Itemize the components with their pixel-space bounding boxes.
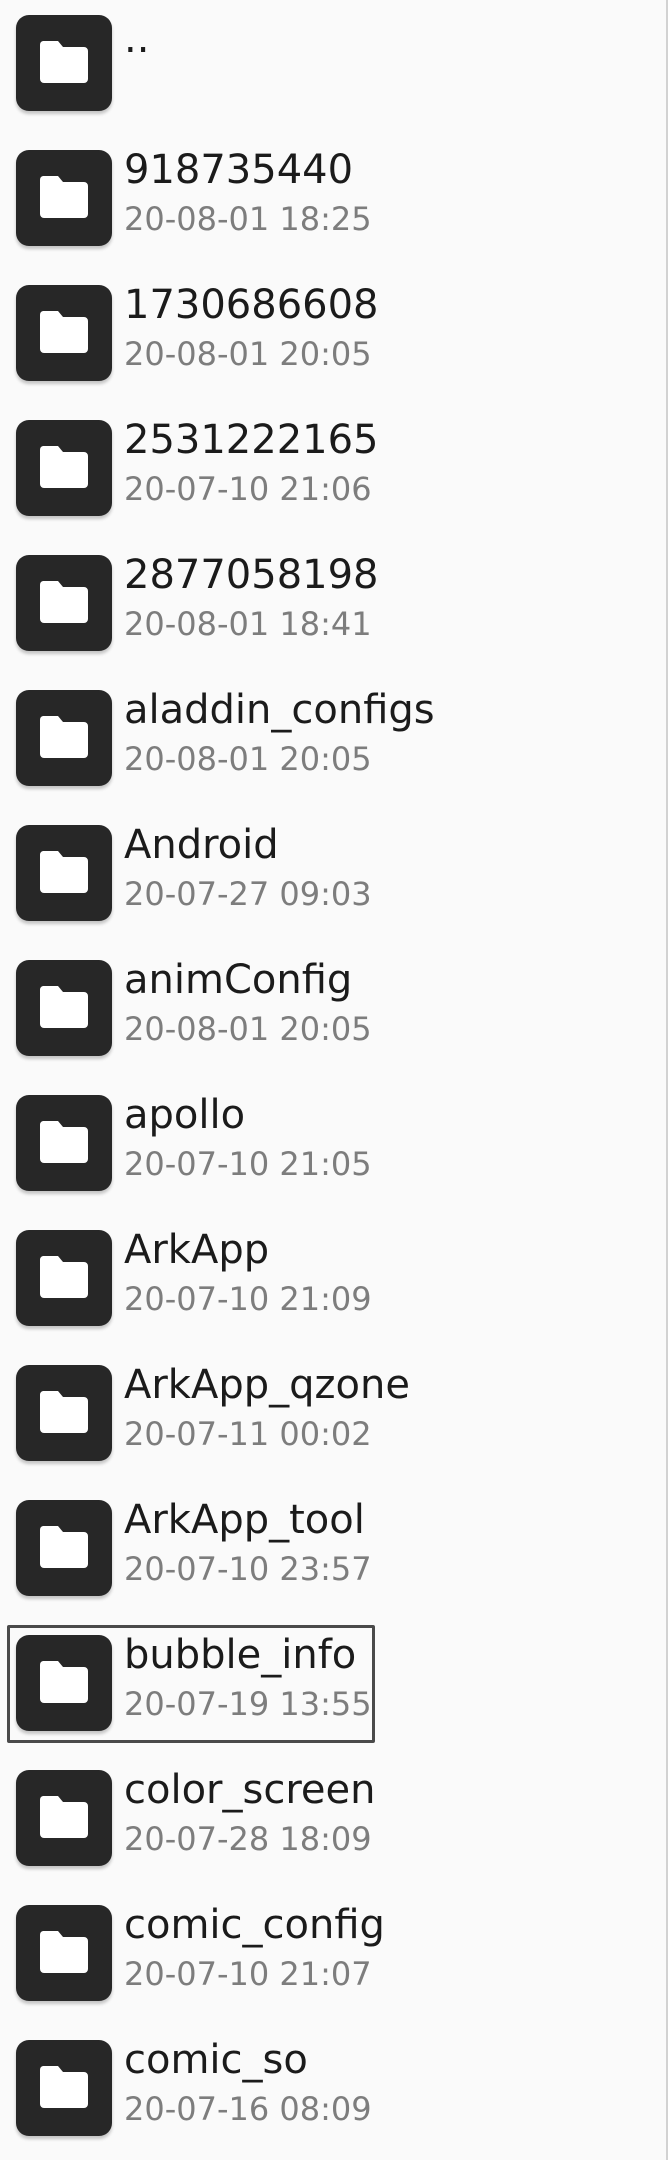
- folder-icon: [16, 2040, 112, 2136]
- file-date: 20-08-01 20:05: [124, 335, 372, 373]
- list-item[interactable]: comic_config 20-07-10 21:07: [0, 1890, 666, 2025]
- file-date: 20-07-11 00:02: [124, 1415, 372, 1453]
- file-date: 20-08-01 18:25: [124, 200, 372, 238]
- list-item[interactable]: 2877058198 20-08-01 18:41: [0, 540, 666, 675]
- folder-icon: [16, 555, 112, 651]
- file-date: 20-07-28 18:09: [124, 1820, 372, 1858]
- folder-icon: [16, 825, 112, 921]
- file-name: ArkApp: [124, 1227, 270, 1273]
- file-name: comic_so: [124, 2037, 308, 2083]
- file-name: Android: [124, 822, 279, 868]
- file-name: ArkApp_tool: [124, 1497, 365, 1543]
- file-date: 20-07-19 13:55: [124, 1685, 372, 1723]
- file-date: 20-07-16 08:09: [124, 2090, 372, 2128]
- folder-icon: [16, 285, 112, 381]
- list-item[interactable]: apollo 20-07-10 21:05: [0, 1080, 666, 1215]
- file-name: ..: [124, 16, 150, 62]
- file-name: comic_config: [124, 1902, 385, 1948]
- list-item[interactable]: aladdin_configs 20-08-01 20:05: [0, 675, 666, 810]
- folder-icon: [16, 150, 112, 246]
- file-name: ArkApp_qzone: [124, 1362, 410, 1408]
- file-list: .. 918735440 20-08-01 18:25 1730686608 2…: [0, 0, 666, 2160]
- folder-icon: [16, 1365, 112, 1461]
- list-item[interactable]: 2531222165 20-07-10 21:06: [0, 405, 666, 540]
- list-item[interactable]: ArkApp_qzone 20-07-11 00:02: [0, 1350, 666, 1485]
- folder-icon: [16, 1770, 112, 1866]
- folder-icon: [16, 1095, 112, 1191]
- file-name: 918735440: [124, 147, 354, 193]
- list-item[interactable]: 1730686608 20-08-01 20:05: [0, 270, 666, 405]
- folder-icon: [16, 960, 112, 1056]
- file-name: bubble_info: [124, 1632, 357, 1678]
- file-date: 20-08-01 20:05: [124, 1010, 372, 1048]
- file-date: 20-07-10 21:05: [124, 1145, 372, 1183]
- folder-icon: [16, 1635, 112, 1731]
- folder-icon: [16, 1500, 112, 1596]
- folder-icon: [16, 690, 112, 786]
- folder-icon: [16, 1905, 112, 2001]
- file-name: color_screen: [124, 1767, 376, 1813]
- file-date: 20-07-10 23:57: [124, 1550, 372, 1588]
- folder-icon: [16, 15, 112, 111]
- file-name: aladdin_configs: [124, 687, 435, 733]
- file-name: 1730686608: [124, 282, 379, 328]
- list-item-selected[interactable]: bubble_info 20-07-19 13:55: [0, 1620, 666, 1755]
- file-name: apollo: [124, 1092, 246, 1138]
- list-item[interactable]: 918735440 20-08-01 18:25: [0, 135, 666, 270]
- file-date: 20-08-01 18:41: [124, 605, 372, 643]
- list-item[interactable]: color_screen 20-07-28 18:09: [0, 1755, 666, 1890]
- file-date: 20-07-10 21:06: [124, 470, 372, 508]
- list-item[interactable]: animConfig 20-08-01 20:05: [0, 945, 666, 1080]
- file-date: 20-07-10 21:09: [124, 1280, 372, 1318]
- folder-icon: [16, 1230, 112, 1326]
- list-item[interactable]: ArkApp 20-07-10 21:09: [0, 1215, 666, 1350]
- list-item-parent-directory[interactable]: ..: [0, 0, 666, 135]
- file-name: 2877058198: [124, 552, 379, 598]
- list-item[interactable]: comic_so 20-07-16 08:09: [0, 2025, 666, 2160]
- file-date: 20-08-01 20:05: [124, 740, 372, 778]
- list-item[interactable]: ArkApp_tool 20-07-10 23:57: [0, 1485, 666, 1620]
- folder-icon: [16, 420, 112, 516]
- file-date: 20-07-27 09:03: [124, 875, 372, 913]
- file-name: animConfig: [124, 957, 353, 1003]
- file-date: 20-07-10 21:07: [124, 1955, 372, 1993]
- file-name: 2531222165: [124, 417, 379, 463]
- list-item[interactable]: Android 20-07-27 09:03: [0, 810, 666, 945]
